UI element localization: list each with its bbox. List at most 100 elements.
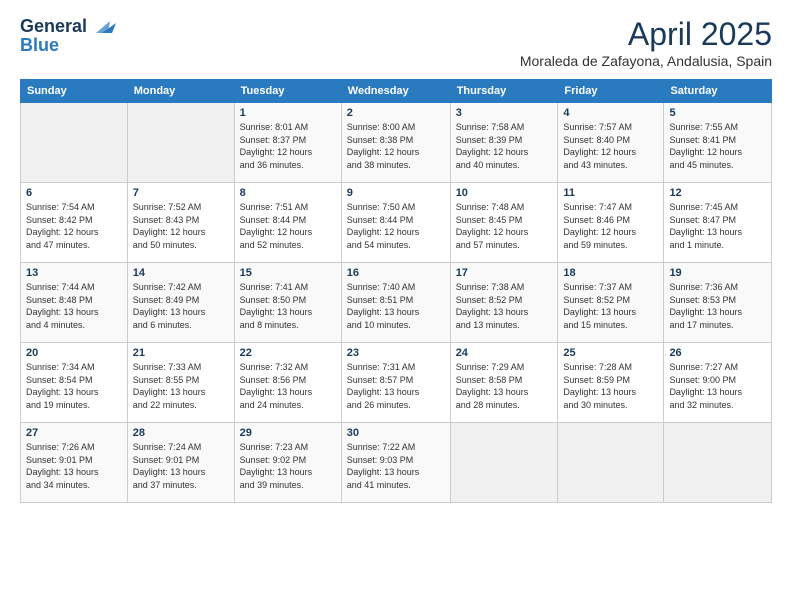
calendar-cell: 3 Sunrise: 7:58 AM Sunset: 8:39 PM Daylig…: [450, 103, 558, 183]
day-number: 3: [456, 107, 553, 119]
day-number: 14: [133, 267, 229, 279]
day-info: Sunrise: 7:55 AM Sunset: 8:41 PM Dayligh…: [669, 121, 766, 171]
day-number: 18: [563, 267, 658, 279]
day-info: Sunrise: 8:00 AM Sunset: 8:38 PM Dayligh…: [347, 121, 445, 171]
page-header: General Blue April 2025 Moraleda de Zafa…: [20, 16, 772, 69]
col-header-tuesday: Tuesday: [234, 80, 341, 103]
day-number: 27: [26, 427, 122, 439]
day-number: 29: [240, 427, 336, 439]
day-number: 22: [240, 347, 336, 359]
day-number: 12: [669, 187, 766, 199]
calendar-cell: 5 Sunrise: 7:55 AM Sunset: 8:41 PM Daylig…: [664, 103, 772, 183]
calendar-cell: 26Sunrise: 7:27 AM Sunset: 9:00 PM Dayli…: [664, 343, 772, 423]
day-number: 24: [456, 347, 553, 359]
day-info: Sunrise: 7:23 AM Sunset: 9:02 PM Dayligh…: [240, 441, 336, 491]
calendar-week-2: 6 Sunrise: 7:54 AM Sunset: 8:42 PM Daylig…: [21, 183, 772, 263]
day-number: 5: [669, 107, 766, 119]
calendar-cell: [127, 103, 234, 183]
calendar-cell: 14 Sunrise: 7:42 AM Sunset: 8:49 PM Dayli…: [127, 263, 234, 343]
col-header-wednesday: Wednesday: [341, 80, 450, 103]
day-info: Sunrise: 7:40 AM Sunset: 8:51 PM Dayligh…: [347, 281, 445, 331]
day-info: Sunrise: 7:41 AM Sunset: 8:50 PM Dayligh…: [240, 281, 336, 331]
calendar-cell: 23 Sunrise: 7:31 AM Sunset: 8:57 PM Dayli…: [341, 343, 450, 423]
calendar-week-4: 20 Sunrise: 7:34 AM Sunset: 8:54 PM Dayli…: [21, 343, 772, 423]
day-number: 23: [347, 347, 445, 359]
calendar-week-1: 1Sunrise: 8:01 AM Sunset: 8:37 PM Daylig…: [21, 103, 772, 183]
day-info: Sunrise: 7:57 AM Sunset: 8:40 PM Dayligh…: [563, 121, 658, 171]
calendar-cell: 13Sunrise: 7:44 AM Sunset: 8:48 PM Dayli…: [21, 263, 128, 343]
day-number: 20: [26, 347, 122, 359]
day-info: Sunrise: 7:50 AM Sunset: 8:44 PM Dayligh…: [347, 201, 445, 251]
calendar-cell: 30 Sunrise: 7:22 AM Sunset: 9:03 PM Dayli…: [341, 423, 450, 503]
day-number: 16: [347, 267, 445, 279]
day-info: Sunrise: 7:34 AM Sunset: 8:54 PM Dayligh…: [26, 361, 122, 411]
day-number: 26: [669, 347, 766, 359]
calendar-cell: 22Sunrise: 7:32 AM Sunset: 8:56 PM Dayli…: [234, 343, 341, 423]
day-info: Sunrise: 7:36 AM Sunset: 8:53 PM Dayligh…: [669, 281, 766, 331]
calendar-cell: [21, 103, 128, 183]
day-number: 6: [26, 187, 122, 199]
day-info: Sunrise: 7:37 AM Sunset: 8:52 PM Dayligh…: [563, 281, 658, 331]
day-number: 2: [347, 107, 445, 119]
day-info: Sunrise: 7:38 AM Sunset: 8:52 PM Dayligh…: [456, 281, 553, 331]
calendar-cell: 18 Sunrise: 7:37 AM Sunset: 8:52 PM Dayli…: [558, 263, 664, 343]
day-info: Sunrise: 7:58 AM Sunset: 8:39 PM Dayligh…: [456, 121, 553, 171]
day-info: Sunrise: 7:42 AM Sunset: 8:49 PM Dayligh…: [133, 281, 229, 331]
calendar-table: SundayMondayTuesdayWednesdayThursdayFrid…: [20, 79, 772, 503]
calendar-cell: 29 Sunrise: 7:23 AM Sunset: 9:02 PM Dayli…: [234, 423, 341, 503]
col-header-monday: Monday: [127, 80, 234, 103]
calendar-cell: 24 Sunrise: 7:29 AM Sunset: 8:58 PM Dayli…: [450, 343, 558, 423]
calendar-cell: 9 Sunrise: 7:50 AM Sunset: 8:44 PM Daylig…: [341, 183, 450, 263]
calendar-cell: [450, 423, 558, 503]
day-info: Sunrise: 7:45 AM Sunset: 8:47 PM Dayligh…: [669, 201, 766, 251]
calendar-cell: 10 Sunrise: 7:48 AM Sunset: 8:45 PM Dayli…: [450, 183, 558, 263]
day-number: 9: [347, 187, 445, 199]
calendar-cell: [558, 423, 664, 503]
calendar-cell: 12 Sunrise: 7:45 AM Sunset: 8:47 PM Dayli…: [664, 183, 772, 263]
day-info: Sunrise: 7:47 AM Sunset: 8:46 PM Dayligh…: [563, 201, 658, 251]
day-number: 28: [133, 427, 229, 439]
day-number: 10: [456, 187, 553, 199]
day-info: Sunrise: 7:24 AM Sunset: 9:01 PM Dayligh…: [133, 441, 229, 491]
day-info: Sunrise: 7:48 AM Sunset: 8:45 PM Dayligh…: [456, 201, 553, 251]
calendar-cell: 1Sunrise: 8:01 AM Sunset: 8:37 PM Daylig…: [234, 103, 341, 183]
day-number: 30: [347, 427, 445, 439]
col-header-saturday: Saturday: [664, 80, 772, 103]
day-info: Sunrise: 7:52 AM Sunset: 8:43 PM Dayligh…: [133, 201, 229, 251]
calendar-week-5: 27 Sunrise: 7:26 AM Sunset: 9:01 PM Dayli…: [21, 423, 772, 503]
day-info: Sunrise: 7:44 AM Sunset: 8:48 PM Dayligh…: [26, 281, 122, 331]
calendar-cell: 21 Sunrise: 7:33 AM Sunset: 8:55 PM Dayli…: [127, 343, 234, 423]
day-info: Sunrise: 8:01 AM Sunset: 8:37 PM Dayligh…: [240, 121, 336, 171]
calendar-cell: 17 Sunrise: 7:38 AM Sunset: 8:52 PM Dayli…: [450, 263, 558, 343]
calendar-cell: 20 Sunrise: 7:34 AM Sunset: 8:54 PM Dayli…: [21, 343, 128, 423]
calendar-cell: 15 Sunrise: 7:41 AM Sunset: 8:50 PM Dayli…: [234, 263, 341, 343]
day-number: 11: [563, 187, 658, 199]
day-number: 4: [563, 107, 658, 119]
day-info: Sunrise: 7:33 AM Sunset: 8:55 PM Dayligh…: [133, 361, 229, 411]
day-info: Sunrise: 7:54 AM Sunset: 8:42 PM Dayligh…: [26, 201, 122, 251]
day-info: Sunrise: 7:31 AM Sunset: 8:57 PM Dayligh…: [347, 361, 445, 411]
calendar-cell: 27 Sunrise: 7:26 AM Sunset: 9:01 PM Dayli…: [21, 423, 128, 503]
day-number: 21: [133, 347, 229, 359]
logo: General Blue: [20, 16, 116, 56]
location-subtitle: Moraleda de Zafayona, Andalusia, Spain: [520, 53, 772, 69]
day-number: 17: [456, 267, 553, 279]
calendar-cell: 19Sunrise: 7:36 AM Sunset: 8:53 PM Dayli…: [664, 263, 772, 343]
col-header-sunday: Sunday: [21, 80, 128, 103]
col-header-friday: Friday: [558, 80, 664, 103]
calendar-cell: 25Sunrise: 7:28 AM Sunset: 8:59 PM Dayli…: [558, 343, 664, 423]
calendar-cell: 2 Sunrise: 8:00 AM Sunset: 8:38 PM Daylig…: [341, 103, 450, 183]
day-info: Sunrise: 7:22 AM Sunset: 9:03 PM Dayligh…: [347, 441, 445, 491]
day-number: 15: [240, 267, 336, 279]
logo-blue: Blue: [20, 35, 59, 56]
day-info: Sunrise: 7:28 AM Sunset: 8:59 PM Dayligh…: [563, 361, 658, 411]
col-header-thursday: Thursday: [450, 80, 558, 103]
calendar-cell: 8Sunrise: 7:51 AM Sunset: 8:44 PM Daylig…: [234, 183, 341, 263]
calendar-cell: 11 Sunrise: 7:47 AM Sunset: 8:46 PM Dayli…: [558, 183, 664, 263]
calendar-week-3: 13Sunrise: 7:44 AM Sunset: 8:48 PM Dayli…: [21, 263, 772, 343]
day-info: Sunrise: 7:29 AM Sunset: 8:58 PM Dayligh…: [456, 361, 553, 411]
logo-text: General: [20, 16, 116, 37]
month-title: April 2025: [520, 16, 772, 53]
calendar-cell: 7Sunrise: 7:52 AM Sunset: 8:43 PM Daylig…: [127, 183, 234, 263]
day-info: Sunrise: 7:26 AM Sunset: 9:01 PM Dayligh…: [26, 441, 122, 491]
